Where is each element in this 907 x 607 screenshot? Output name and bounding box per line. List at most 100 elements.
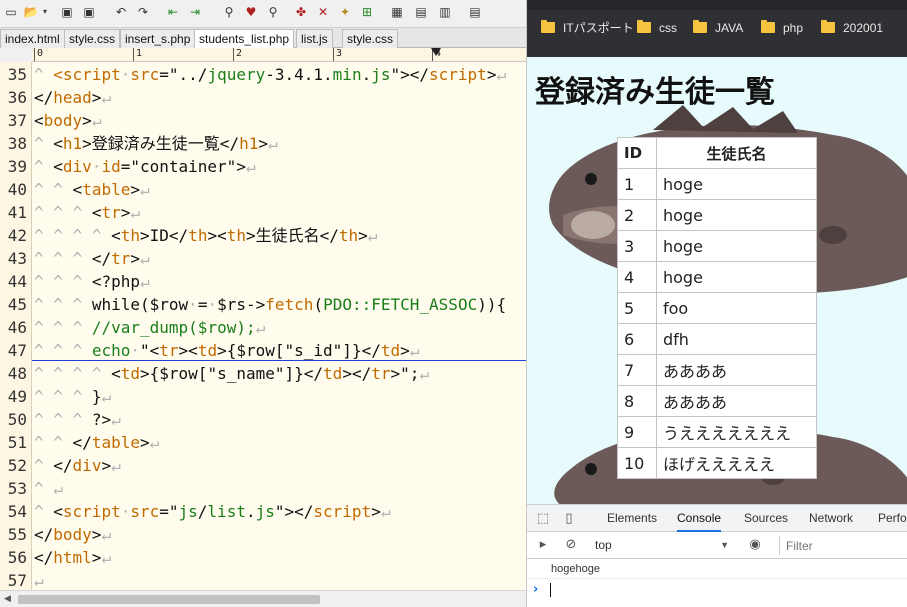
- tab-index-html[interactable]: index.html: [0, 29, 65, 48]
- tab-network[interactable]: Network: [809, 505, 853, 532]
- table-header-row: ID 生徒氏名: [617, 137, 817, 169]
- undo-icon[interactable]: ↶: [112, 3, 130, 21]
- tab-style-css-2[interactable]: style.css: [342, 29, 399, 48]
- line-number-gutter: 35 36 37 38 39 40 41 42 43 44 45 46 47 48 49 50 51 52 53 54…: [0, 62, 32, 590]
- bookmark-java[interactable]: JAVA: [693, 17, 743, 39]
- horizontal-scrollbar[interactable]: ◀: [0, 590, 526, 607]
- line-number: 53: [7, 479, 27, 498]
- folder-icon: [821, 20, 835, 33]
- filter-input[interactable]: [779, 536, 907, 555]
- jump-forward-icon[interactable]: ⇥: [186, 3, 204, 21]
- folder-icon: [637, 20, 651, 33]
- clear-mark-icon[interactable]: ✕: [314, 3, 332, 21]
- code-line[interactable]: ^ ^ ^ echo·"<tr><td>{$row["s_id"]}</td>↵: [34, 339, 419, 362]
- code-line[interactable]: ↵: [34, 569, 44, 590]
- code-area[interactable]: ^ <script·src="../jquery-3.4.1.min.js"><…: [32, 62, 526, 590]
- line-number: 55: [7, 525, 27, 544]
- save-icon[interactable]: ▣: [58, 3, 76, 21]
- tab-elements[interactable]: Elements: [607, 505, 657, 532]
- context-selector[interactable]: top ▼: [595, 537, 731, 554]
- bookmarks-bar: ITパスポート css JAVA php 202001: [527, 0, 907, 57]
- code-line[interactable]: ^ ^ ^ }↵: [34, 385, 111, 408]
- code-line[interactable]: ^ ^ ^ ^ <td>{$row["s_name"]}</td></tr>";…: [34, 362, 429, 385]
- inspect-element-icon[interactable]: ⬚: [535, 511, 551, 527]
- scroll-left-icon[interactable]: ◀: [4, 594, 11, 604]
- line-number: 46: [7, 318, 27, 337]
- open-dropdown-icon[interactable]: ▾: [40, 3, 50, 21]
- bookmark-css[interactable]: css: [637, 17, 677, 39]
- tab-list-js[interactable]: list.js: [296, 29, 333, 48]
- code-line[interactable]: ^ </div>↵: [34, 454, 121, 477]
- table-row: 8 ああああ: [617, 385, 817, 417]
- code-line[interactable]: ^ <script·src="js/list.js"></script>↵: [34, 500, 390, 523]
- tag-back-icon[interactable]: ▥: [436, 3, 454, 21]
- tab-console[interactable]: Console: [677, 505, 722, 532]
- sidebar-toggle-icon[interactable]: ▸: [535, 537, 551, 553]
- bookmark-php[interactable]: php: [761, 17, 803, 39]
- bookmark-itpassport[interactable]: ITパスポート: [541, 17, 634, 39]
- save-all-icon[interactable]: ▣: [80, 3, 98, 21]
- code-line[interactable]: </head>↵: [34, 86, 111, 109]
- cell-name: うえええええええ: [656, 416, 817, 448]
- redo-icon[interactable]: ↷: [134, 3, 152, 21]
- window-list-icon[interactable]: ▤: [466, 3, 484, 21]
- code-line[interactable]: ^ ^ ^ while($row·=·$rs->fetch(PDO::FETCH…: [34, 293, 506, 316]
- tab-sources[interactable]: Sources: [744, 505, 788, 532]
- tab-performance[interactable]: Perfor: [878, 505, 907, 532]
- ruler-mark: 2: [233, 48, 242, 61]
- cell-name: ほげえええええ: [656, 447, 817, 479]
- line-number: 57: [7, 571, 27, 590]
- cell-id: 8: [617, 385, 657, 417]
- code-line[interactable]: ^ ^ ^ </tr>↵: [34, 247, 150, 270]
- device-toolbar-icon[interactable]: ▯: [561, 511, 577, 527]
- compare-icon[interactable]: ▦: [388, 3, 406, 21]
- code-line[interactable]: ^ ^ ^ <?php↵: [34, 270, 150, 293]
- line-number: 35: [7, 65, 27, 84]
- table-row: 6 dfh: [617, 323, 817, 355]
- address-strip: [527, 0, 907, 10]
- code-editor[interactable]: ▭ 📂 ▾ ▣ ▣ ↶ ↷ ⇤ ⇥ ⚲ ♥ ⚲ ✤ ✕ ✦ ⊞ ▦ ▤ ▥ ▤ …: [0, 0, 526, 607]
- outline-icon[interactable]: ⊞: [358, 3, 376, 21]
- jump-back-icon[interactable]: ⇤: [164, 3, 182, 21]
- tab-insert-s-php[interactable]: insert_s.php: [120, 29, 196, 48]
- console-input-caret[interactable]: [550, 583, 551, 597]
- code-line[interactable]: </html>↵: [34, 546, 111, 569]
- tag-jump-icon[interactable]: ▤: [412, 3, 430, 21]
- context-value: top: [595, 538, 612, 552]
- console-prompt-icon: ›: [533, 582, 539, 597]
- grep-icon[interactable]: ✦: [336, 3, 354, 21]
- code-line[interactable]: ^ <script·src="../jquery-3.4.1.min.js"><…: [34, 63, 506, 86]
- line-number: 42: [7, 226, 27, 245]
- code-line[interactable]: ^ ^ ^ ^ <th>ID</th><th>生徒氏名</th>↵: [34, 224, 377, 247]
- scrollbar-thumb[interactable]: [18, 595, 320, 604]
- replace-icon[interactable]: ✤: [292, 3, 310, 21]
- code-line[interactable]: ^ ^ ^ <tr>↵: [34, 201, 140, 224]
- open-folder-icon[interactable]: 📂: [22, 3, 40, 21]
- code-line[interactable]: ^ ^ ^ ?>↵: [34, 408, 121, 431]
- code-line[interactable]: ^ <h1>登録済み生徒一覧</h1>↵: [34, 132, 278, 155]
- clear-console-icon[interactable]: ⊘: [563, 537, 579, 553]
- code-line[interactable]: ^ <div·id="container">↵: [34, 155, 256, 178]
- line-number: 47: [7, 341, 27, 360]
- code-line[interactable]: ^ ^ ^ //var_dump($row);↵: [34, 316, 265, 339]
- live-expression-eye-icon[interactable]: ◉: [747, 537, 763, 553]
- tab-students-list-php[interactable]: students_list.php: [194, 29, 295, 48]
- code-line[interactable]: ^ ↵: [34, 477, 63, 500]
- ruler-mark: 3: [333, 48, 342, 61]
- code-line[interactable]: </body>↵: [34, 523, 111, 546]
- tab-style-css[interactable]: style.css: [64, 29, 121, 48]
- code-line[interactable]: <body>↵: [34, 109, 101, 132]
- line-number: 56: [7, 548, 27, 567]
- console-toolbar: ▸ ⊘ top ▼ ◉: [527, 532, 907, 559]
- code-line[interactable]: ^ ^ </table>↵: [34, 431, 159, 454]
- cell-id: 10: [617, 447, 657, 479]
- cell-name: hoge: [656, 230, 817, 262]
- code-line[interactable]: ^ ^ <table>↵: [34, 178, 150, 201]
- new-file-icon[interactable]: ▭: [2, 3, 20, 21]
- column-header-id: ID: [617, 137, 657, 169]
- search-prev-icon[interactable]: ⚲: [264, 3, 282, 21]
- bookmark-label: ITパスポート: [563, 21, 634, 35]
- bookmark-202001[interactable]: 202001: [821, 17, 883, 39]
- search-next-icon[interactable]: ♥: [242, 3, 260, 21]
- search-icon[interactable]: ⚲: [220, 3, 238, 21]
